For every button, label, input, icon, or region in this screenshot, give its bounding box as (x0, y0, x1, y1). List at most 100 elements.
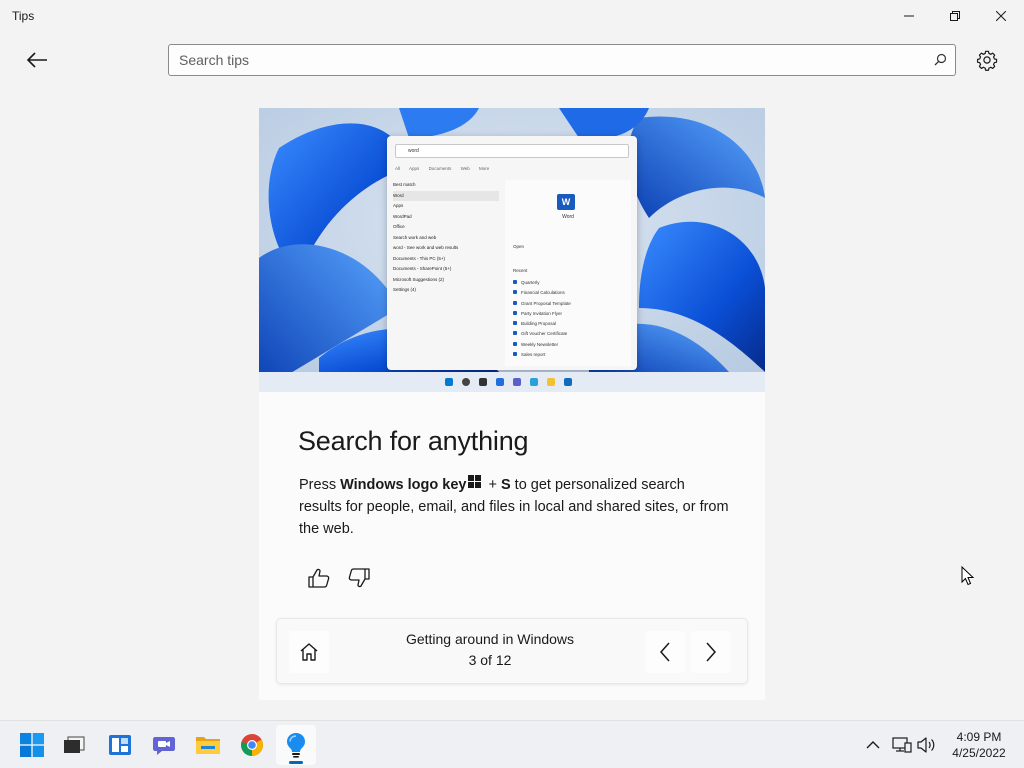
network-icon (892, 737, 912, 753)
start-button[interactable] (12, 725, 52, 765)
preview-detail-title: Word (562, 214, 574, 220)
preview-tab: Web (460, 166, 470, 171)
clock-date: 4/25/2022 (952, 746, 1006, 760)
preview-result: Documents - This PC (5+) (393, 255, 446, 261)
preview-search-box: word (395, 144, 629, 158)
tip-hero-image: word All Apps Documents Web More Best ma… (259, 108, 765, 392)
title-bar: Tips (0, 0, 1024, 32)
tip-title: Search for anything (298, 426, 529, 456)
mouse-cursor-icon (961, 566, 975, 586)
collection-title: Getting around in Windows (405, 631, 575, 647)
close-icon (996, 11, 1006, 21)
preview-result: Settings (4) (393, 287, 417, 292)
collection-navigation: Getting around in Windows 3 of 12 (276, 618, 748, 684)
window-title: Tips (12, 9, 35, 23)
file-explorer-icon (196, 737, 220, 754)
preview-tab: All (395, 166, 401, 171)
preview-result: Office (393, 224, 405, 229)
preview-recent-item: Financial Calculations (513, 290, 571, 300)
preview-tabs: All Apps Documents Web More (395, 166, 497, 171)
clock-time: 4:09 PM (956, 730, 1002, 744)
preview-explorer-icon (547, 378, 555, 386)
preview-tab: More (479, 166, 490, 171)
network-button[interactable] (890, 731, 914, 759)
word-icon: W (557, 194, 575, 210)
show-hidden-icons-button[interactable] (862, 731, 884, 759)
preview-results: Best match Word Apps WordPad Office Sear… (393, 180, 499, 296)
preview-open: Open (513, 244, 525, 249)
task-view-button[interactable] (54, 725, 94, 765)
windows-logo-key-label: Windows logo key (340, 477, 467, 493)
preview-widgets-icon (496, 378, 504, 386)
volume-button[interactable] (914, 731, 938, 759)
search-box[interactable] (168, 44, 956, 76)
widgets-icon (109, 735, 131, 755)
tips-app-button[interactable] (276, 725, 316, 765)
preview-recent-item: Quarterly (513, 280, 571, 290)
preview-result: Word (393, 190, 499, 201)
preview-recent-list: Quarterly Financial Calculations Grant P… (513, 280, 571, 362)
preview-recent-item: Gift Voucher Certificate (513, 331, 571, 341)
restore-icon (950, 11, 960, 21)
minimize-button[interactable] (886, 0, 932, 32)
widgets-button[interactable] (100, 725, 140, 765)
like-button[interactable] (305, 564, 333, 592)
s-key-label: S (500, 477, 511, 493)
task-view-icon (64, 736, 85, 753)
volume-icon (917, 737, 935, 753)
preview-chat-icon (513, 378, 521, 386)
search-icon[interactable] (934, 53, 947, 66)
preview-recent-item: Grant Proposal Template (513, 300, 571, 311)
chrome-icon (241, 734, 263, 756)
thumbs-up-icon (308, 568, 330, 588)
tip-body: Press Windows logo key + S to get person… (299, 475, 729, 537)
chat-button[interactable] (144, 725, 184, 765)
next-tip-button[interactable] (691, 631, 731, 673)
preview-tab: Documents (428, 166, 452, 171)
previous-tip-button[interactable] (645, 631, 685, 673)
preview-recent-item: Sales report (513, 352, 571, 362)
preview-recent-item: Party Invitation Flyer (513, 310, 571, 321)
gear-icon (976, 50, 998, 71)
preview-detail-pane: W Word Open Recent Quarterly Financial C… (505, 180, 631, 366)
preview-result: Documents - SharePoint (5+) (393, 266, 452, 271)
preview-taskbar (259, 372, 765, 392)
start-icon (20, 733, 44, 757)
preview-tab: Apps (409, 166, 420, 171)
file-explorer-button[interactable] (188, 725, 228, 765)
chevron-right-icon (706, 642, 717, 662)
preview-recent-label: Recent (513, 268, 528, 273)
preview-result: Microsoft Suggestions (2) (393, 276, 445, 282)
dislike-button[interactable] (345, 564, 373, 592)
preview-store-icon (564, 378, 572, 386)
preview-recent-item: Building Proposal (513, 321, 571, 331)
preview-label: Search work and web (393, 234, 437, 240)
minimize-icon (904, 15, 914, 17)
tip-position: 3 of 12 (468, 652, 512, 668)
close-button[interactable] (978, 0, 1024, 32)
preview-result: WordPad (393, 213, 412, 219)
tip-card: word All Apps Documents Web More Best ma… (259, 108, 765, 700)
chrome-button[interactable] (232, 725, 272, 765)
thumbs-down-icon (348, 568, 370, 588)
taskbar-clock[interactable]: 4:09 PM 4/25/2022 (940, 729, 1018, 761)
preview-label: Best match (393, 182, 416, 187)
back-button[interactable] (20, 44, 54, 76)
preview-label: Apps (393, 203, 404, 208)
restore-button[interactable] (932, 0, 978, 32)
search-input[interactable] (179, 45, 919, 75)
taskbar (0, 720, 1024, 768)
chevron-up-icon (866, 741, 880, 749)
start-search-preview: word All Apps Documents Web More Best ma… (387, 136, 637, 370)
teams-chat-icon (153, 737, 175, 755)
settings-button[interactable] (972, 45, 1002, 75)
windows-logo-icon (468, 475, 482, 488)
tips-icon (287, 733, 305, 758)
preview-recent-item: Weekly Newsletter (513, 341, 571, 352)
chevron-left-icon (659, 642, 670, 662)
preview-start-icon (445, 378, 453, 386)
preview-taskview-icon (479, 378, 487, 386)
preview-search-icon (462, 378, 470, 386)
back-arrow-icon (26, 52, 47, 68)
preview-edge-icon (530, 378, 538, 386)
